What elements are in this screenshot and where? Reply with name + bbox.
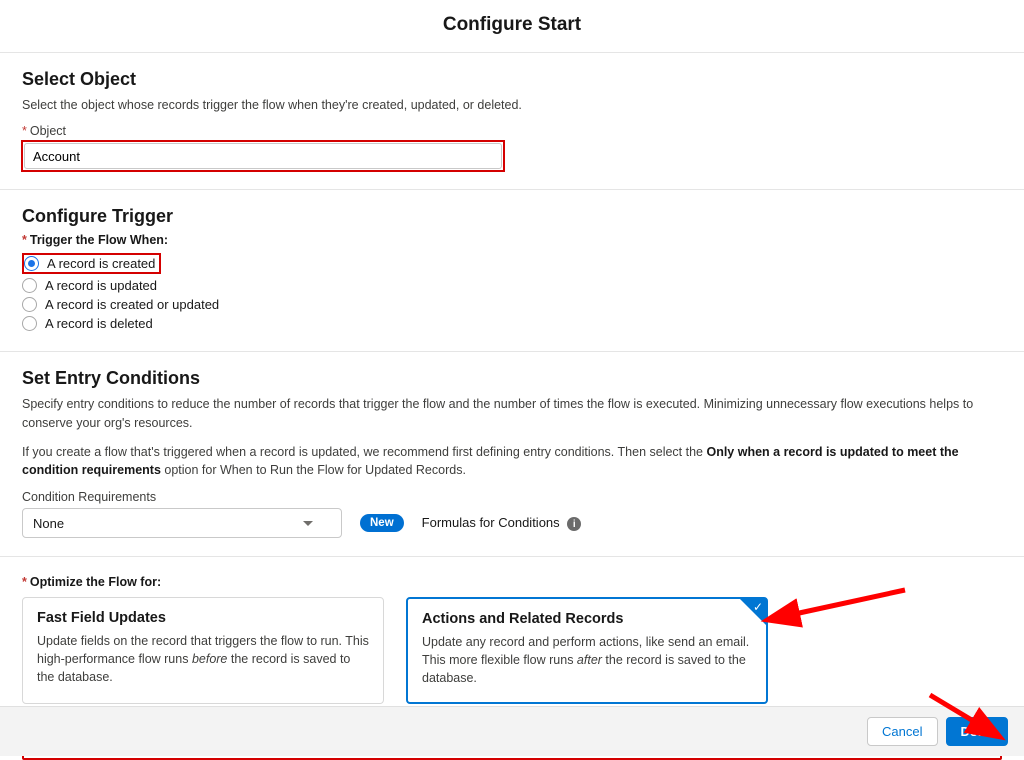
optimize-card-title: Fast Field Updates (37, 610, 369, 626)
trigger-radio-label: A record is created (47, 256, 155, 271)
page-title: Configure Start (0, 0, 1024, 53)
trigger-radio-created-or-updated[interactable] (22, 297, 37, 312)
object-input[interactable] (24, 143, 502, 169)
trigger-when-label: Trigger the Flow When: (22, 233, 1002, 247)
condition-requirements-value: None (33, 516, 64, 531)
entry-conditions-para1: Specify entry conditions to reduce the n… (22, 395, 1002, 433)
condition-requirements-select[interactable]: None (22, 508, 342, 538)
para2-pre: If you create a flow that's triggered wh… (22, 445, 706, 459)
optimize-card-title: Actions and Related Records (422, 611, 752, 627)
trigger-radio-label: A record is created or updated (45, 297, 219, 312)
para2-post: option for When to Run the Flow for Upda… (161, 463, 466, 477)
check-icon: ✓ (753, 600, 763, 614)
object-field-label: Object (22, 124, 1002, 138)
condition-requirements-label: Condition Requirements (22, 490, 1002, 504)
chevron-down-icon (303, 521, 313, 526)
section-select-object: Select Object Select the object whose re… (0, 53, 1024, 190)
section-optimize: Optimize the Flow for: Fast Field Update… (0, 557, 1024, 713)
optimize-card-desc: Update fields on the record that trigger… (37, 632, 369, 686)
section-entry-conditions: Set Entry Conditions Specify entry condi… (0, 352, 1024, 557)
configure-trigger-heading: Configure Trigger (22, 206, 1002, 227)
trigger-radio-created[interactable] (24, 256, 39, 271)
trigger-radio-deleted[interactable] (22, 316, 37, 331)
select-object-heading: Select Object (22, 69, 1002, 90)
formulas-text: Formulas for Conditions (422, 515, 560, 530)
optimize-label: Optimize the Flow for: (22, 575, 1002, 589)
trigger-radio-list: A record is created A record is updated … (22, 251, 1002, 333)
select-object-subtext: Select the object whose records trigger … (22, 96, 1002, 114)
trigger-radio-updated[interactable] (22, 278, 37, 293)
info-icon[interactable]: i (567, 517, 581, 531)
trigger-option-highlight: A record is created (22, 253, 161, 274)
desc-em: after (577, 653, 602, 667)
cancel-button[interactable]: Cancel (867, 717, 937, 746)
optimize-card-actions-related[interactable]: ✓ Actions and Related Records Update any… (406, 597, 768, 703)
dialog-footer: Cancel Done (0, 706, 1024, 756)
entry-conditions-para2: If you create a flow that's triggered wh… (22, 443, 1002, 481)
new-badge: New (360, 514, 404, 532)
desc-em: before (192, 652, 227, 666)
optimize-card-desc: Update any record and perform actions, l… (422, 633, 752, 687)
trigger-radio-label: A record is deleted (45, 316, 153, 331)
object-input-highlight (22, 141, 504, 171)
formulas-for-conditions-label: Formulas for Conditions i (422, 515, 582, 532)
section-configure-trigger: Configure Trigger Trigger the Flow When:… (0, 190, 1024, 352)
optimize-card-fast-updates[interactable]: Fast Field Updates Update fields on the … (22, 597, 384, 703)
optimize-cards: Fast Field Updates Update fields on the … (22, 597, 1002, 703)
entry-conditions-heading: Set Entry Conditions (22, 368, 1002, 389)
done-button[interactable]: Done (946, 717, 1009, 746)
trigger-radio-label: A record is updated (45, 278, 157, 293)
